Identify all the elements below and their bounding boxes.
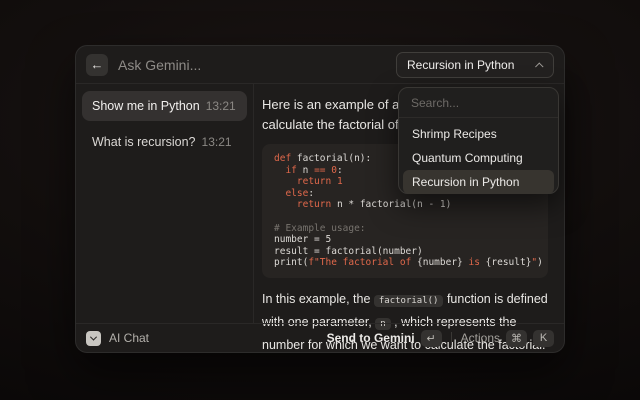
- ai-chat-label: AI Chat: [109, 331, 149, 345]
- dropdown-item[interactable]: Quantum Computing: [403, 146, 554, 170]
- send-to-gemini-button[interactable]: Send to Gemini ↵: [327, 330, 442, 347]
- dropdown-search-input[interactable]: Search...: [399, 88, 558, 118]
- footer: AI Chat Send to Gemini ↵ Actions ⌘ K: [76, 323, 564, 352]
- dropdown-item[interactable]: Shrimp Recipes: [403, 122, 554, 146]
- model-selector-label: Recursion in Python: [407, 58, 514, 72]
- code-line: [274, 211, 536, 223]
- send-label: Send to Gemini: [327, 331, 415, 345]
- dropdown-item-list: Shrimp Recipes Quantum Computing Recursi…: [399, 118, 558, 198]
- chat-timestamp: 13:21: [206, 99, 236, 113]
- code-line: result = factorial(number): [274, 246, 536, 258]
- ask-gemini-input[interactable]: Ask Gemini...: [118, 57, 386, 73]
- chat-timestamp: 13:21: [202, 135, 232, 149]
- k-key-icon: K: [533, 330, 554, 347]
- chevron-up-icon: [535, 62, 543, 70]
- ai-chat-window: ← Ask Gemini... Recursion in Python Show…: [75, 45, 565, 353]
- inline-code: factorial(): [374, 295, 444, 307]
- cmd-key-icon: ⌘: [506, 330, 527, 347]
- ai-chat-button[interactable]: AI Chat: [86, 331, 149, 346]
- chat-title: Show me in Python: [92, 99, 200, 113]
- footer-divider: [451, 332, 452, 345]
- chat-history-item[interactable]: Show me in Python 13:21: [82, 91, 247, 121]
- ai-chat-icon: [86, 331, 101, 346]
- chat-history-sidebar: Show me in Python 13:21 What is recursio…: [76, 84, 254, 323]
- back-arrow-icon: ←: [91, 57, 104, 72]
- model-selector-button[interactable]: Recursion in Python: [396, 52, 554, 78]
- return-key-icon: ↵: [421, 330, 442, 347]
- actions-button[interactable]: Actions ⌘ K: [461, 330, 554, 347]
- chat-history-item[interactable]: What is recursion? 13:21: [82, 127, 247, 157]
- code-line: # Example usage:: [274, 223, 536, 235]
- code-line: return n * factorial(n - 1): [274, 199, 536, 211]
- code-line: print(f"The factorial of {number} is {re…: [274, 257, 536, 269]
- app-background: { "window": { "header": { "back_icon": "…: [0, 0, 640, 400]
- actions-label: Actions: [461, 331, 500, 345]
- back-button[interactable]: ←: [86, 54, 108, 76]
- chat-title: What is recursion?: [92, 135, 196, 149]
- model-dropdown: Search... Shrimp Recipes Quantum Computi…: [398, 87, 559, 194]
- code-line: number = 5: [274, 234, 536, 246]
- dropdown-item[interactable]: Recursion in Python: [403, 170, 554, 194]
- header: ← Ask Gemini... Recursion in Python: [76, 46, 564, 84]
